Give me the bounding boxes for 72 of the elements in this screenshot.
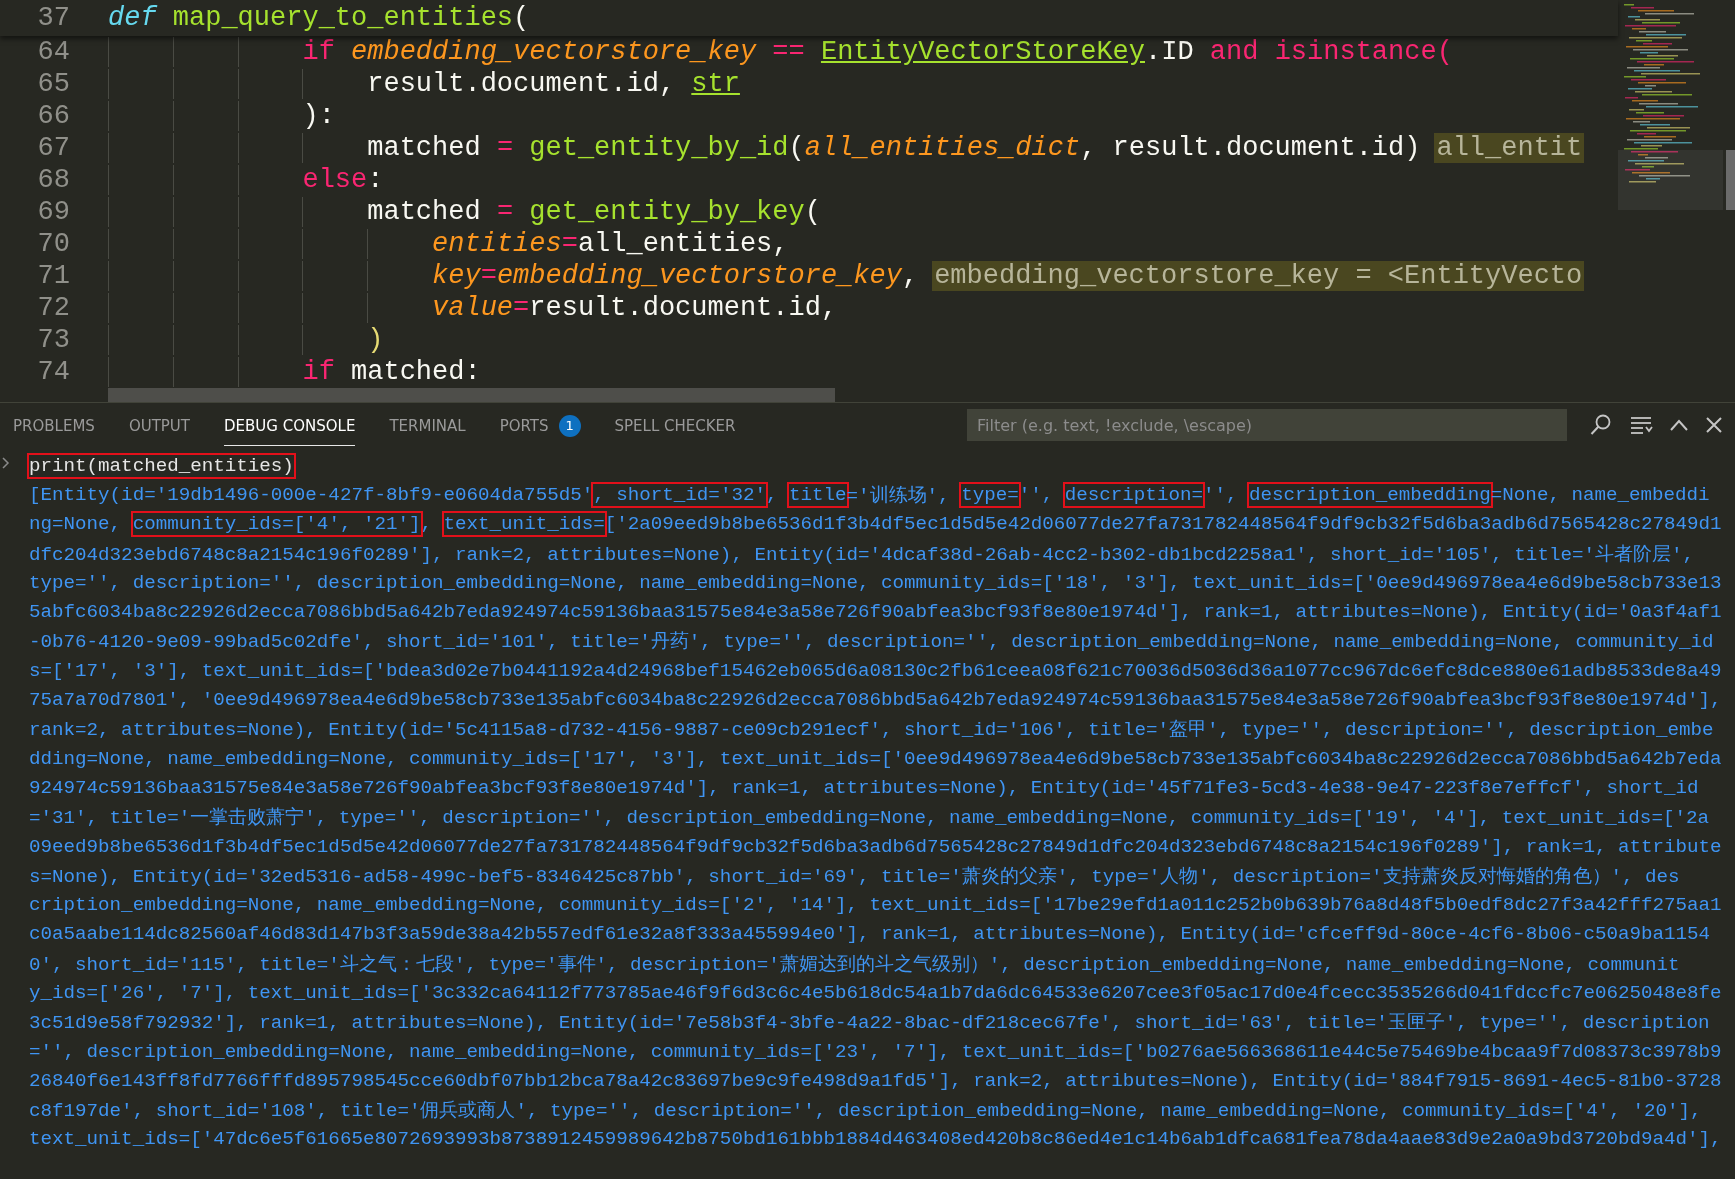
code-line: matched = get_entity_by_id(all_entities_dict, result.document.id)	[108, 133, 1421, 163]
console-output-text: 09eed9b8be6536d1f3b4df5ec1d5d5e42d06077de27fa731782448564f9df9cb32f5d6ba3adb6d7565428c27849d1dfc204d323ebd6748c8a2154c196f0289'], rank=1, attribute	[29, 835, 1722, 858]
console-output-text: ='', description_embedding=None, name_embedding=None, community_ids=['23', '7'], text_unit_ids=['b0276ae566368611e44c5e75469be4bcaa9f7d08373c3978b9	[29, 1040, 1722, 1063]
code-line: key=embedding_vectorstore_key,	[108, 261, 919, 291]
console-output-text: 0', short_id='115', title='斗之气：七段', type='事件', description='萧媚达到的斗之气级别）', description_embedding=None, name_embedding=None, communit	[29, 952, 1680, 977]
line-number: 73	[36, 325, 70, 355]
console-output-text: dfc204d323ebd6748c8a2154c196f0289'], rank=2, attributes=None), Entity(id='4dcaf38d-26ab-4cc2-b302-db1bcd2258a1', short_id='105', title='斗者阶层',	[29, 542, 1694, 567]
console-output-text: c0a5aabe114dc82560af46d83d147b3f3a59de38a42b557edf61e32a8f333a455994e0'], rank=1, attributes=None), Entity(id='cfceff9d-80ce-4cf6-8b06-c50a9ba1154	[29, 923, 1711, 946]
inline-value-hint: embedding_vectorstore_key = <EntityVecto	[932, 261, 1585, 291]
console-output-text: rank=2, attributes=None), Entity(id='5c4115a8-d732-4156-9887-ce09cb291ecf', short_id='106', title='盔甲', type='', description='', description_embe	[29, 718, 1714, 743]
console-output-text: 3c51d9e58f792932'], rank=1, attributes=None), Entity(id='7e58b3f4-3bfe-4a22-8bac-df218cec67fe', short_id='63', title='玉匣子', type='', description	[29, 1011, 1710, 1036]
line-number: 68	[36, 165, 70, 195]
panel-tab[interactable]: TERMINAL	[389, 404, 466, 446]
horizontal-scrollbar[interactable]	[108, 388, 835, 402]
filter-field[interactable]: Filter (e.g. text, !exclude, \escape)	[967, 409, 1567, 441]
line-number: 71	[36, 261, 70, 291]
console-output-text: y_ids=['26', '7'], text_unit_ids=['3c332ca64112f773785ae46f9f6d3c6c4e5b618dc54a1b7da6dc64533e6207cee3f05ac17d0e4fcecc3535266d041fdccfc7e0625048e8fe	[29, 982, 1722, 1004]
line-number: 37	[36, 3, 70, 33]
line-number: 66	[36, 101, 70, 131]
highlighted-text: text_unit_ids=	[441, 511, 607, 538]
console-input-text: print(matched_entities)	[27, 452, 296, 479]
line-number: 64	[36, 37, 70, 67]
console-output-text: type='', description='', description_embedding=None, name_embedding=None, community_ids=['18', '3'], text_unit_ids=['0ee9d496978ea4e6d9be58cb733e13	[29, 571, 1722, 594]
console-output-text: ['2a09eed9b8be6536d1f3b4df5ec1d5d5e42d06077de27fa731782448564f9df9cb32f5d6ba3adb6d7565428c27849d1	[604, 513, 1722, 536]
console-output-text: ,	[420, 513, 433, 536]
inline-value-hint: all_entit	[1434, 133, 1585, 163]
panel-tab[interactable]: PORTS 1	[499, 404, 581, 446]
code-line: entities=all_entities,	[108, 229, 789, 259]
highlighted-text: description=	[1062, 481, 1205, 508]
highlighted-text: community_ids=['4', '21']	[130, 511, 423, 538]
highlighted-text: title	[786, 481, 849, 508]
panel-tab[interactable]: PROBLEMS	[13, 404, 95, 446]
panel-tab[interactable]: DEBUG CONSOLE	[224, 404, 356, 446]
console-output-text: -0b76-4120-9e09-99bad5c02dfe', short_id='101', title='丹药', type='', description='', description_embedding=None, name_embedding=None, community_id	[29, 630, 1714, 655]
search-icon[interactable]	[1589, 413, 1613, 437]
count-badge: 1	[558, 414, 581, 437]
console-output-text: ='31', title='一掌击败萧宁', type='', description='', description_embedding=None, name_embedding=None, community_ids=['19', '4'], text_unit_ids=['2a	[29, 806, 1709, 831]
close-icon[interactable]	[1705, 416, 1723, 434]
highlighted-text: , short_id='32'	[591, 481, 768, 508]
sticky-code-line: def map_query_to_entities(	[108, 3, 530, 33]
highlighted-text: description_embedding	[1247, 481, 1493, 508]
console-output-text: s=None), Entity(id='32ed5316-ad58-499c-bef5-8346425c87bb', short_id='69', title='萧炎的父亲', type='人物', description='支持萧炎反对悔婚的角色）', des	[29, 864, 1680, 889]
console-output-text: 26840f6e143ff8fd7766fffd895798545cce60dbf07bb12bca78a42c83697be9c9fe498d9a1fd5'], rank=2, attributes=None), Entity(id='884f7915-8691-4ec5-81b0-3728	[29, 1069, 1722, 1092]
panel-tab[interactable]: SPELL CHECKER	[614, 404, 736, 446]
console-output-text: ,	[765, 483, 779, 506]
console-output-text: cription_embedding=None, name_embedding=None, community_ids=['2', '14'], text_unit_ids=['17be29efd1a011c252b0b639b76a8d48f5b0edf8dc27f3a42fff275aa1	[29, 894, 1722, 917]
console-output-text: s=['17', '3'], text_unit_ids=['bdea3d02e7b0441192a4d24968bef15462eb065d6a08130c2fb61ceea08f621c70036d5036d36a1077cc967dc6efc8dce880e61adb8533de8a49	[29, 659, 1722, 682]
highlighted-text: type=	[959, 481, 1021, 508]
console-output-text: text_unit_ids=['47dc6e5f61665e8072693993b8738912459989642b8750bd161bbb1884d463408ed420b8c86ed4e1c14b6ab1dfca681fea78da4aae83d9e2a0a9bd3720bd9a4d'],	[29, 1128, 1722, 1151]
line-number: 70	[36, 229, 70, 259]
chevron-icon	[2, 457, 10, 469]
console-output-text: [Entity(id='19db1496-000e-427f-8bf9-e0604da755d5'	[29, 483, 594, 506]
word-wrap-icon[interactable]	[1629, 414, 1653, 436]
code-line: matched = get_entity_by_key(	[108, 197, 821, 227]
console-output-text: 75a7a70d7801', '0ee9d496978ea4e6d9be58cb733e135abfc6034ba8c22926d2ecca7086bbd5a642b7eda924974c59136baa31575e84e3a58e726f90abfea3bcf93f8e80e1974d'],	[29, 689, 1722, 711]
console-output-text: ng=None,	[29, 513, 123, 536]
console-output-text: 924974c59136baa31575e84e3a58e726f90abfea3bcf93f8e80e1974d'], rank=1, attributes=None), Entity(id='45f71fe3-5cd3-4e38-9e47-223f8e7effcf', short_id	[29, 776, 1699, 799]
line-number: 67	[36, 133, 70, 163]
line-number: 74	[36, 357, 70, 387]
console-output-text: c8f197de', short_id='108', title='佣兵或商人', type='', description='', description_embedding=None, name_embedding=None, community_ids=['4', '20'],	[29, 1099, 1702, 1124]
panel-tab[interactable]: OUTPUT	[128, 404, 190, 446]
chevron-up-icon[interactable]	[1669, 418, 1689, 432]
console-output-text: '',	[1018, 483, 1055, 506]
code-line: value=result.document.id,	[108, 293, 838, 323]
line-number: 72	[36, 293, 70, 323]
line-number: 69	[36, 197, 70, 227]
console-output-text: dding=None, name_embedding=None, community_ids=['17', '3'], text_unit_ids=['0ee9d496978ea4e6d9be58cb733e135abfc6034ba8c22926d2ecca7086bbd5a642b7eda	[29, 747, 1722, 770]
line-number: 65	[36, 69, 70, 99]
console-output-text: 5abfc6034ba8c22926d2ecca7086bbd5a642b7eda924974c59136baa31575e84e3a58e726f90abfea3bcf93f8e80e1974d'], rank=1, attributes=None), Entity(id='0a3f4af1	[29, 601, 1722, 624]
code-line: if embedding_vectorstore_key == EntityVectorStoreKey.ID and isinstance(	[108, 37, 1453, 67]
console-output-text: '',	[1202, 483, 1239, 506]
code-line: result.document.id, str	[108, 69, 740, 99]
